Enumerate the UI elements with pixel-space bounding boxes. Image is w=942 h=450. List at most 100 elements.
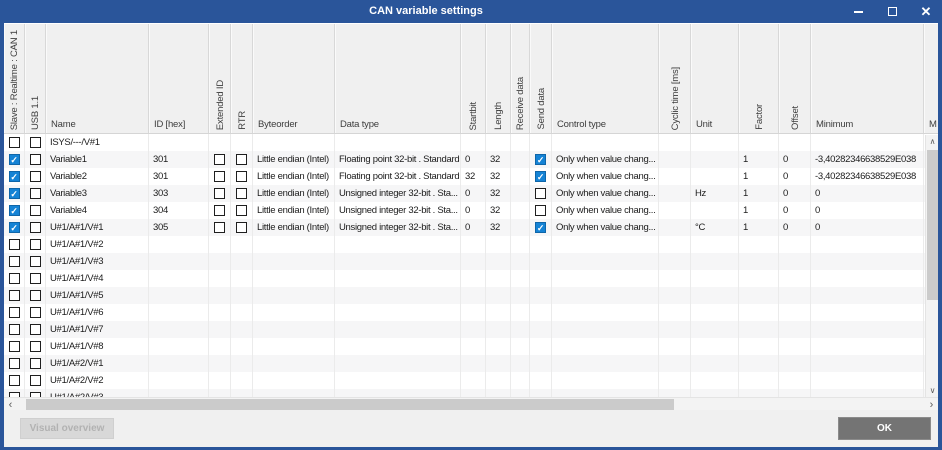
cell-slave[interactable]: ✓ [4, 185, 25, 202]
cell-id_hex[interactable]: 305 [149, 219, 209, 236]
cell-id_hex[interactable] [149, 304, 209, 321]
cell-data_type[interactable] [335, 304, 461, 321]
cell-startbit[interactable] [461, 253, 486, 270]
minimize-button[interactable] [848, 2, 868, 22]
cell-data_type[interactable] [335, 236, 461, 253]
cell-extended_id[interactable] [209, 202, 231, 219]
cell-byteorder[interactable]: Little endian (Intel) [253, 168, 335, 185]
close-button[interactable]: ✕ [916, 2, 936, 22]
cell-control_type[interactable]: Only when value chang... [552, 151, 659, 168]
cell-usb[interactable] [25, 304, 46, 321]
table-row[interactable]: U#1/A#1/V#5 [4, 287, 938, 304]
checkbox-send_data[interactable] [535, 205, 546, 216]
ok-button[interactable]: OK [838, 417, 931, 440]
cell-rtr[interactable] [231, 304, 253, 321]
cell-byteorder[interactable] [253, 372, 335, 389]
cell-startbit[interactable]: 0 [461, 202, 486, 219]
cell-id_hex[interactable]: 303 [149, 185, 209, 202]
cell-unit[interactable] [691, 168, 739, 185]
cell-send_data[interactable] [530, 321, 552, 338]
cell-send_data[interactable] [530, 287, 552, 304]
cell-length[interactable]: 32 [486, 168, 511, 185]
cell-unit[interactable]: °C [691, 219, 739, 236]
cell-minimum[interactable] [811, 270, 924, 287]
cell-byteorder[interactable] [253, 304, 335, 321]
cell-factor[interactable]: 1 [739, 219, 779, 236]
cell-unit[interactable] [691, 372, 739, 389]
cell-offset[interactable] [779, 304, 811, 321]
horizontal-scrollbar-thumb[interactable] [26, 399, 674, 410]
table-row[interactable]: U#1/A#1/V#7 [4, 321, 938, 338]
cell-factor[interactable] [739, 134, 779, 151]
cell-usb[interactable] [25, 185, 46, 202]
cell-cyclic_time[interactable] [659, 389, 691, 397]
cell-unit[interactable] [691, 202, 739, 219]
cell-cyclic_time[interactable] [659, 253, 691, 270]
cell-name[interactable]: U#1/A#2/V#1 [46, 355, 149, 372]
cell-extended_id[interactable] [209, 270, 231, 287]
cell-slave[interactable] [4, 338, 25, 355]
cell-byteorder[interactable] [253, 236, 335, 253]
cell-factor[interactable] [739, 287, 779, 304]
cell-unit[interactable] [691, 287, 739, 304]
cell-data_type[interactable] [335, 338, 461, 355]
cell-name[interactable]: U#1/A#1/V#4 [46, 270, 149, 287]
checkbox-extended_id[interactable] [214, 188, 225, 199]
column-header-slave[interactable]: Slave : Realtime : CAN 1 [4, 24, 25, 134]
cell-startbit[interactable] [461, 270, 486, 287]
table-row[interactable]: U#1/A#2/V#1 [4, 355, 938, 372]
cell-control_type[interactable] [552, 304, 659, 321]
cell-extended_id[interactable] [209, 168, 231, 185]
cell-data_type[interactable]: Floating point 32-bit . Standard [335, 151, 461, 168]
cell-usb[interactable] [25, 168, 46, 185]
cell-cyclic_time[interactable] [659, 168, 691, 185]
checkbox-send_data[interactable]: ✓ [535, 154, 546, 165]
cell-cyclic_time[interactable] [659, 202, 691, 219]
cell-id_hex[interactable] [149, 338, 209, 355]
cell-startbit[interactable]: 0 [461, 219, 486, 236]
cell-rtr[interactable] [231, 151, 253, 168]
checkbox-rtr[interactable] [236, 188, 247, 199]
cell-startbit[interactable] [461, 236, 486, 253]
cell-rtr[interactable] [231, 168, 253, 185]
cell-factor[interactable] [739, 304, 779, 321]
cell-receive_data[interactable] [511, 270, 530, 287]
cell-byteorder[interactable]: Little endian (Intel) [253, 202, 335, 219]
cell-minimum[interactable] [811, 338, 924, 355]
cell-usb[interactable] [25, 151, 46, 168]
column-header-maximum_partial[interactable]: M [924, 24, 938, 134]
checkbox-slave[interactable] [9, 137, 20, 148]
cell-extended_id[interactable] [209, 389, 231, 397]
cell-id_hex[interactable] [149, 270, 209, 287]
cell-data_type[interactable]: Floating point 32-bit . Standard [335, 168, 461, 185]
cell-cyclic_time[interactable] [659, 236, 691, 253]
cell-unit[interactable] [691, 151, 739, 168]
cell-offset[interactable] [779, 389, 811, 397]
cell-data_type[interactable] [335, 270, 461, 287]
cell-control_type[interactable] [552, 270, 659, 287]
cell-control_type[interactable]: Only when value chang... [552, 219, 659, 236]
cell-send_data[interactable]: ✓ [530, 151, 552, 168]
cell-byteorder[interactable] [253, 338, 335, 355]
cell-slave[interactable] [4, 287, 25, 304]
cell-slave[interactable]: ✓ [4, 151, 25, 168]
cell-rtr[interactable] [231, 338, 253, 355]
cell-rtr[interactable] [231, 202, 253, 219]
cell-slave[interactable] [4, 236, 25, 253]
cell-unit[interactable] [691, 338, 739, 355]
cell-length[interactable] [486, 372, 511, 389]
cell-length[interactable] [486, 236, 511, 253]
cell-receive_data[interactable] [511, 287, 530, 304]
cell-rtr[interactable] [231, 134, 253, 151]
cell-length[interactable]: 32 [486, 185, 511, 202]
cell-usb[interactable] [25, 253, 46, 270]
cell-send_data[interactable] [530, 304, 552, 321]
cell-length[interactable] [486, 338, 511, 355]
table-row[interactable]: ✓Variable3303Little endian (Intel)Unsign… [4, 185, 938, 202]
checkbox-usb[interactable] [30, 324, 41, 335]
cell-minimum[interactable] [811, 253, 924, 270]
cell-startbit[interactable] [461, 355, 486, 372]
checkbox-slave[interactable] [9, 239, 20, 250]
cell-data_type[interactable] [335, 389, 461, 397]
cell-control_type[interactable] [552, 134, 659, 151]
